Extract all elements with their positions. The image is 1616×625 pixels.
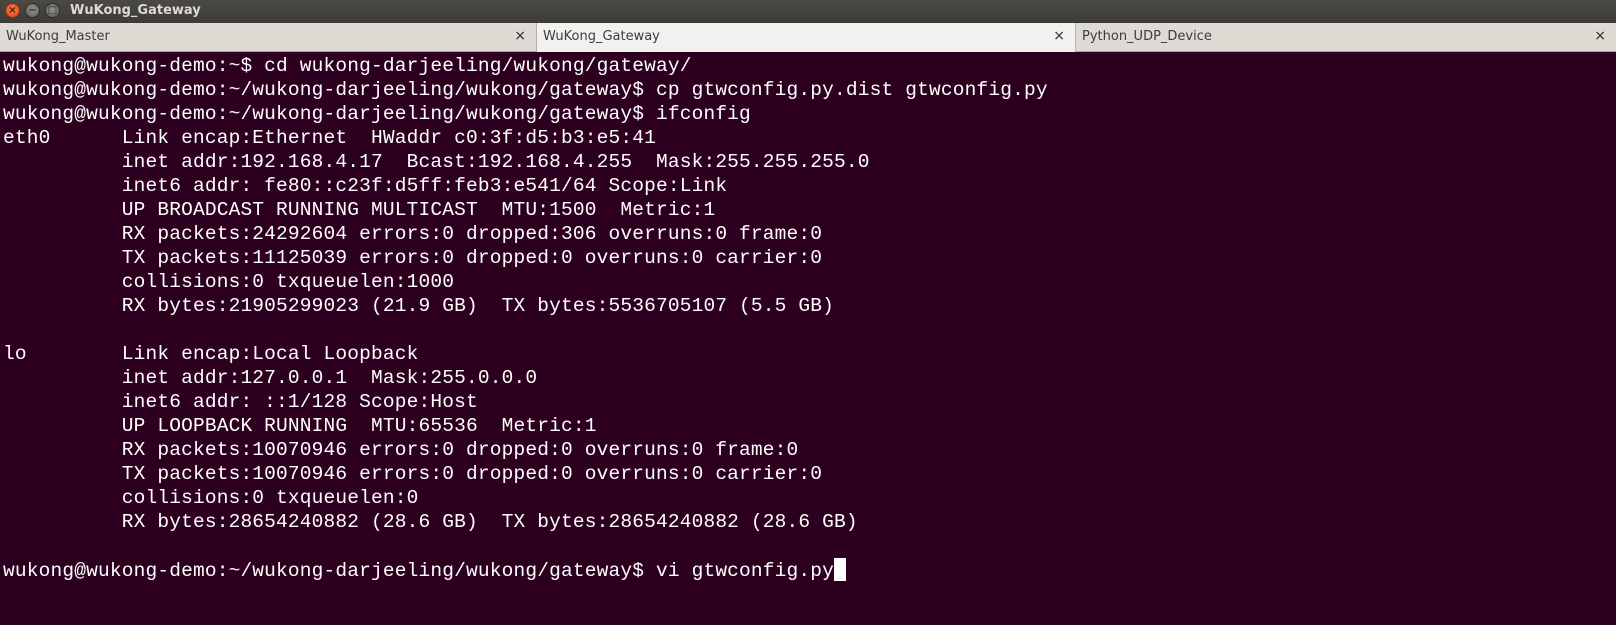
tab-python-udp-device[interactable]: Python_UDP_Device × — [1076, 23, 1616, 51]
terminal-line: TX packets:10070946 errors:0 dropped:0 o… — [3, 463, 823, 485]
terminal-line: inet addr:127.0.0.1 Mask:255.0.0.0 — [3, 367, 538, 389]
window-minimize-button[interactable]: − — [25, 3, 40, 18]
terminal-line: UP BROADCAST RUNNING MULTICAST MTU:1500 … — [3, 199, 716, 221]
close-icon[interactable]: × — [1594, 28, 1606, 44]
terminal-line: inet6 addr: fe80::c23f:d5ff:feb3:e541/64… — [3, 175, 728, 197]
tab-label: WuKong_Master — [6, 29, 110, 44]
tab-label: Python_UDP_Device — [1082, 29, 1212, 44]
terminal-scrollbar[interactable] — [1610, 53, 1616, 625]
tab-wukong-master[interactable]: WuKong_Master × — [0, 23, 537, 51]
terminal-line: lo Link encap:Local Loopback — [3, 343, 419, 365]
terminal-line: RX bytes:28654240882 (28.6 GB) TX bytes:… — [3, 511, 858, 533]
terminal-line: RX bytes:21905299023 (21.9 GB) TX bytes:… — [3, 295, 835, 317]
terminal-line: collisions:0 txqueuelen:0 — [3, 487, 419, 509]
terminal-line: RX packets:24292604 errors:0 dropped:306… — [3, 223, 823, 245]
title-bar[interactable]: × − □ WuKong_Gateway — [0, 0, 1616, 23]
terminal-line: wukong@wukong-demo:~/wukong-darjeeling/w… — [3, 103, 751, 125]
terminal-window: × − □ WuKong_Gateway WuKong_Master × WuK… — [0, 0, 1616, 625]
close-icon[interactable]: × — [1053, 28, 1065, 44]
window-title: WuKong_Gateway — [70, 3, 201, 18]
tab-bar: WuKong_Master × WuKong_Gateway × Python_… — [0, 23, 1616, 52]
terminal-lines: wukong@wukong-demo:~$ cd wukong-darjeeli… — [3, 54, 1048, 582]
terminal-line: UP LOOPBACK RUNNING MTU:65536 Metric:1 — [3, 415, 597, 437]
terminal-line: RX packets:10070946 errors:0 dropped:0 o… — [3, 439, 799, 461]
terminal-line: TX packets:11125039 errors:0 dropped:0 o… — [3, 247, 823, 269]
terminal-line: inet6 addr: ::1/128 Scope:Host — [3, 391, 478, 413]
terminal-line: wukong@wukong-demo:~$ cd wukong-darjeeli… — [3, 55, 692, 77]
terminal-current-command: wukong@wukong-demo:~/wukong-darjeeling/w… — [3, 560, 835, 582]
close-icon[interactable]: × — [514, 28, 526, 44]
close-icon: × — [8, 4, 17, 16]
text-cursor — [834, 558, 847, 581]
maximize-icon: □ — [47, 4, 58, 16]
terminal-line: eth0 Link encap:Ethernet HWaddr c0:3f:d5… — [3, 127, 656, 149]
terminal-output[interactable]: wukong@wukong-demo:~$ cd wukong-darjeeli… — [0, 53, 1616, 625]
terminal-prompt-line[interactable]: wukong@wukong-demo:~/wukong-darjeeling/w… — [3, 558, 1048, 582]
tab-label: WuKong_Gateway — [543, 29, 660, 44]
terminal-line: inet addr:192.168.4.17 Bcast:192.168.4.2… — [3, 151, 870, 173]
window-maximize-button[interactable]: □ — [45, 3, 60, 18]
tab-wukong-gateway[interactable]: WuKong_Gateway × — [537, 23, 1076, 52]
terminal-line: collisions:0 txqueuelen:1000 — [3, 271, 455, 293]
window-close-button[interactable]: × — [5, 3, 20, 18]
minimize-icon: − — [28, 4, 37, 16]
terminal-line: wukong@wukong-demo:~/wukong-darjeeling/w… — [3, 79, 1048, 101]
